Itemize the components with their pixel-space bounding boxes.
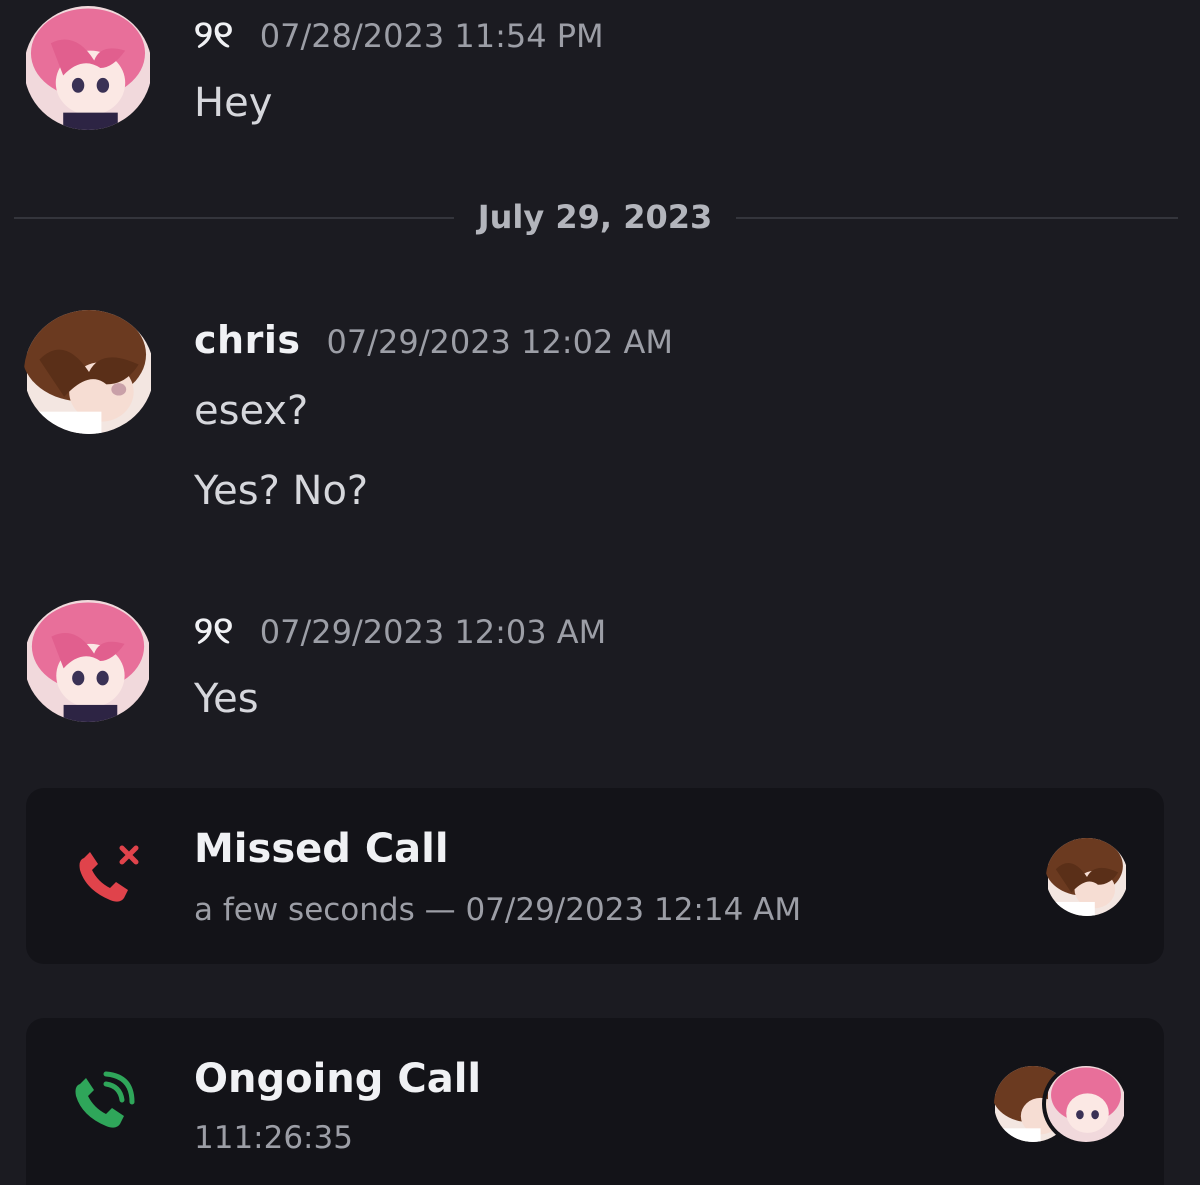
participant-avatar[interactable]	[1046, 838, 1128, 916]
call-title: Missed Call	[194, 826, 449, 872]
message-header: ୨୧ 07/29/2023 12:03 AM	[194, 608, 606, 653]
username[interactable]: ୨୧	[194, 608, 234, 653]
date-divider: July 29, 2023	[14, 196, 1178, 240]
message-text: Yes	[194, 676, 259, 722]
pink-hair-avatar-image	[26, 6, 150, 130]
participant-avatar[interactable]	[1046, 1066, 1126, 1142]
date-divider-label: July 29, 2023	[477, 198, 713, 236]
message-text: Hey	[194, 80, 273, 126]
message-header: chris 07/29/2023 12:02 AM	[194, 318, 673, 362]
timestamp: 07/29/2023 12:03 AM	[259, 613, 607, 651]
missed-call-icon	[70, 838, 150, 910]
timestamp: 07/29/2023 12:02 AM	[326, 323, 673, 361]
message-header: ୨୧ 07/28/2023 11:54 PM	[194, 12, 604, 57]
missed-call-card[interactable]: Missed Call a few seconds — 07/29/2023 1…	[26, 788, 1164, 964]
ongoing-call-card[interactable]: Ongoing Call 111:26:35	[26, 1018, 1164, 1185]
divider-line	[14, 217, 454, 219]
call-subtitle: a few seconds — 07/29/2023 12:14 AM	[194, 892, 802, 928]
avatar-pink[interactable]	[24, 6, 152, 130]
avatar-brown[interactable]	[24, 310, 154, 434]
pink-hair-avatar-image	[1048, 1066, 1124, 1142]
brown-hair-avatar-image	[24, 310, 151, 434]
username[interactable]: ୨୧	[194, 12, 234, 57]
chat-log: ୨୧ 07/28/2023 11:54 PM Hey July 29, 2023…	[0, 0, 1200, 1185]
call-title: Ongoing Call	[194, 1056, 482, 1102]
message-text: esex?	[194, 388, 309, 434]
timestamp: 07/28/2023 11:54 PM	[259, 17, 604, 55]
divider-line	[736, 217, 1178, 219]
avatar-pink[interactable]	[24, 600, 152, 722]
call-duration: 111:26:35	[194, 1120, 353, 1156]
ongoing-call-icon	[70, 1070, 138, 1138]
username[interactable]: chris	[194, 318, 300, 362]
brown-hair-avatar-image	[1046, 838, 1126, 916]
pink-hair-avatar-image	[27, 600, 149, 722]
message-text: Yes? No?	[194, 468, 369, 514]
